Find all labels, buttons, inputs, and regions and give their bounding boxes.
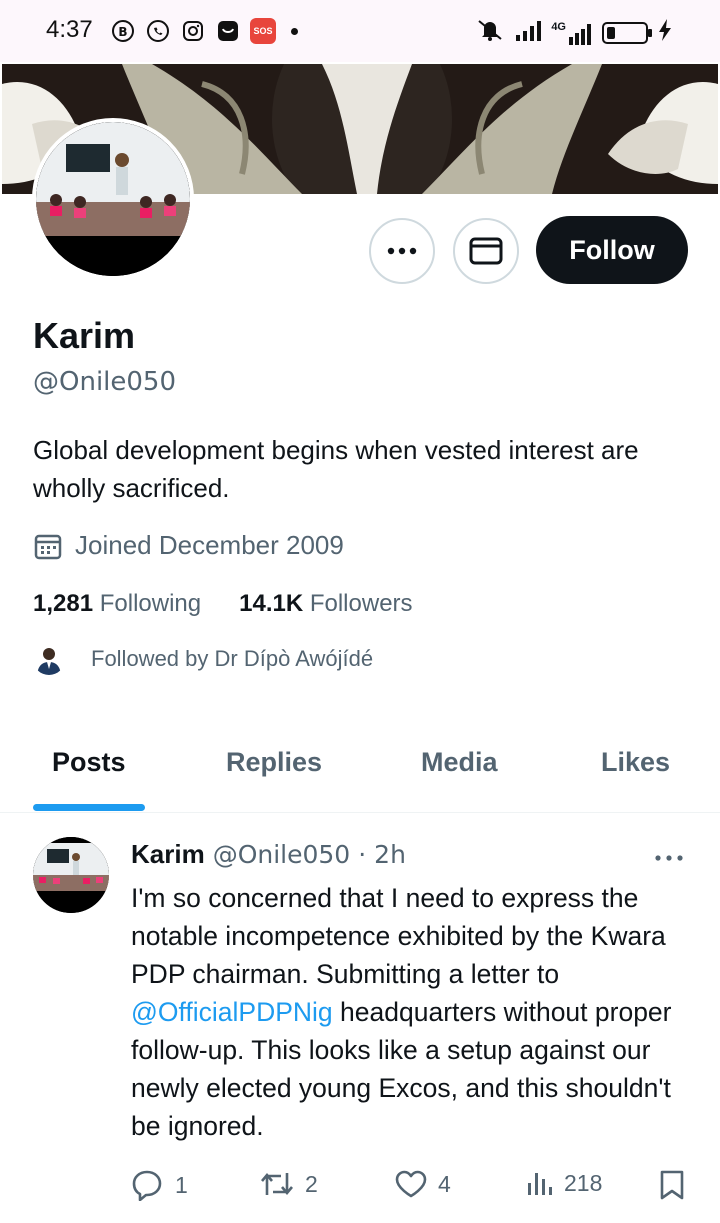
bbm-icon: B <box>110 18 136 44</box>
active-tab-indicator <box>33 804 145 811</box>
tab-media[interactable]: Media <box>421 747 498 778</box>
shopping-icon <box>215 18 241 44</box>
following-stat[interactable]: 1,281 Following <box>33 590 201 618</box>
post-item[interactable]: Karim @Onile050 · 2h I'm so concerned th… <box>0 813 720 1223</box>
repost-button[interactable]: 2 <box>259 1169 318 1199</box>
sos-icon: SOS <box>250 18 276 44</box>
post-author-avatar[interactable] <box>33 837 109 913</box>
following-label: Following <box>99 590 202 617</box>
charging-icon <box>658 19 672 46</box>
battery-icon <box>602 21 652 44</box>
post-author-handle[interactable]: @Onile050 <box>213 840 351 869</box>
like-button[interactable]: 4 <box>394 1169 451 1199</box>
joined-date: Joined December 2009 <box>33 530 344 561</box>
whatsapp-icon <box>145 18 171 44</box>
repost-icon <box>261 1172 293 1196</box>
post-time[interactable]: 2h <box>374 840 406 869</box>
mobile-data-icon: 4G <box>551 21 592 45</box>
bookmark-icon <box>660 1170 684 1200</box>
post-text: I'm so concerned that I need to express … <box>131 879 701 1145</box>
heart-icon <box>395 1170 427 1198</box>
envelope-icon <box>469 237 503 265</box>
views-button[interactable]: 218 <box>526 1169 602 1197</box>
profile-display-name: Karim <box>33 315 136 356</box>
system-icons: 4G <box>475 18 672 47</box>
instagram-icon <box>180 18 206 44</box>
tab-posts[interactable]: Posts <box>52 747 126 778</box>
followed-by-text: Followed by Dr Dípò Awójídé <box>91 646 374 671</box>
reply-button[interactable]: 1 <box>131 1169 188 1201</box>
tab-replies[interactable]: Replies <box>226 747 322 778</box>
follow-stats: 1,281 Following 14.1K Followers <box>33 590 413 618</box>
post-separator: · <box>358 840 367 869</box>
repost-count: 2 <box>305 1170 318 1197</box>
post-header: Karim @Onile050 · 2h <box>131 839 406 870</box>
profile-handle: @Onile050 <box>33 367 177 397</box>
post-mention-link[interactable]: @OfficialPDPNig <box>131 997 333 1027</box>
mute-icon <box>475 18 505 47</box>
status-bar: 4:37 B SOS 4G <box>0 0 720 62</box>
more-notifications-dot <box>291 27 298 35</box>
svg-text:B: B <box>118 25 127 39</box>
notification-icons: B SOS <box>110 18 298 44</box>
more-dots-icon <box>655 855 683 861</box>
post-author-name[interactable]: Karim <box>131 839 205 870</box>
views-chart-icon <box>528 1173 552 1195</box>
followed-by-row[interactable]: Followed by Dr Dípò Awójídé <box>33 643 373 675</box>
profile-bio: Global development begins when vested in… <box>33 435 639 503</box>
message-button[interactable] <box>453 218 519 284</box>
post-text-part-1: I'm so concerned that I need to express … <box>131 883 666 989</box>
signal-icon <box>515 19 542 46</box>
bookmark-button[interactable] <box>659 1169 685 1201</box>
profile-avatar[interactable] <box>32 118 194 280</box>
calendar-icon <box>34 534 62 559</box>
follower-avatar <box>33 643 65 675</box>
tab-likes[interactable]: Likes <box>601 747 670 778</box>
follow-button[interactable]: Follow <box>536 216 688 284</box>
reply-count: 1 <box>175 1171 188 1198</box>
joined-text: Joined December 2009 <box>75 530 344 560</box>
followers-stat[interactable]: 14.1K Followers <box>239 590 412 618</box>
network-type-label: 4G <box>551 20 566 33</box>
post-more-button[interactable] <box>654 849 684 867</box>
followers-count: 14.1K <box>239 590 304 617</box>
reply-icon <box>132 1170 162 1201</box>
post-actions: 1 2 4 218 <box>131 1169 691 1205</box>
status-time: 4:37 <box>46 16 93 43</box>
followers-label: Followers <box>309 590 413 617</box>
views-count: 218 <box>564 1169 603 1196</box>
more-options-button[interactable] <box>369 218 435 284</box>
like-count: 4 <box>438 1170 451 1197</box>
profile-tabs: Posts Replies Media Likes <box>0 735 720 813</box>
more-dots-icon <box>387 247 417 255</box>
following-count: 1,281 <box>33 590 94 617</box>
